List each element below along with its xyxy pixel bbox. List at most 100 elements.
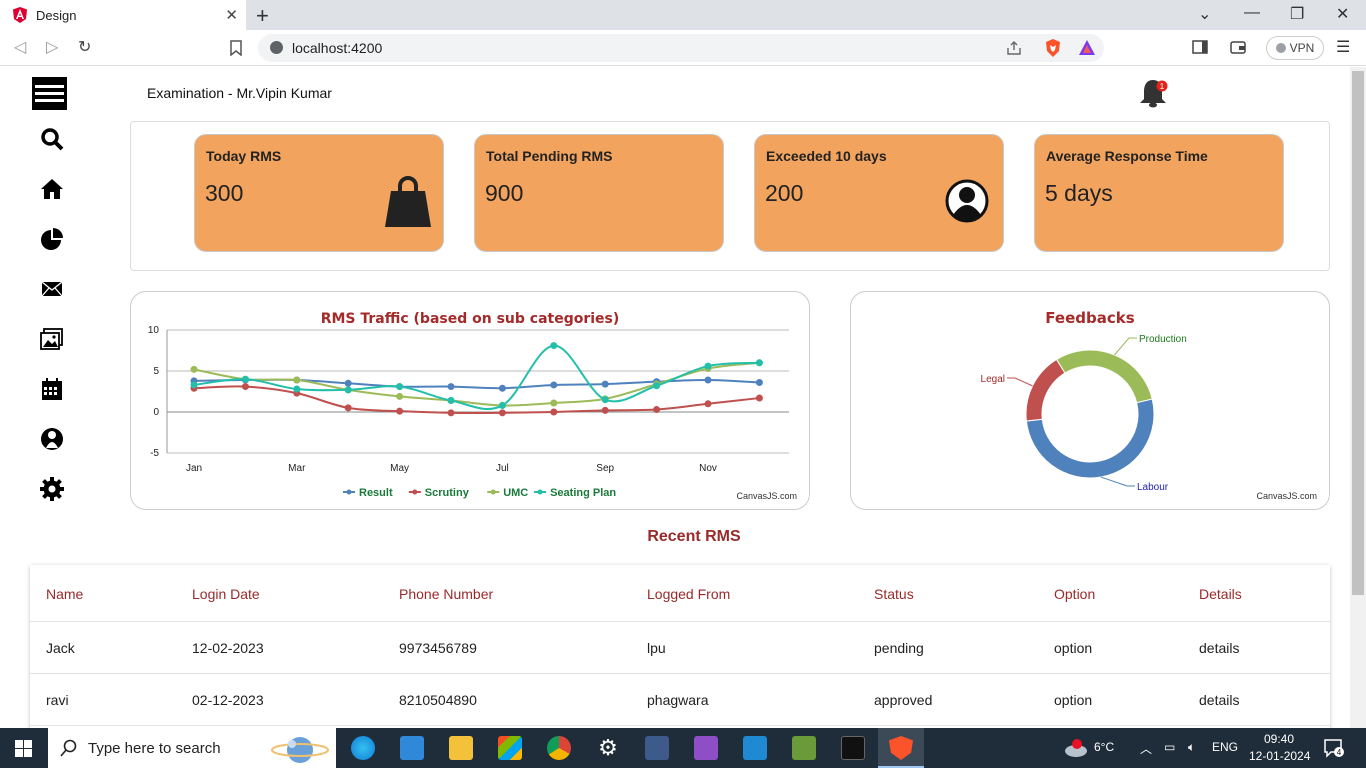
- window-close-icon[interactable]: ✕: [1336, 4, 1349, 24]
- maximize-icon[interactable]: ❐: [1290, 4, 1304, 24]
- column-header[interactable]: Phone Number: [399, 586, 493, 602]
- gear-icon[interactable]: [40, 477, 64, 501]
- data-point: [344, 386, 352, 394]
- notification-center-icon[interactable]: 4: [1323, 738, 1345, 758]
- cell-option[interactable]: option: [1054, 640, 1092, 656]
- column-header[interactable]: Details: [1199, 586, 1242, 602]
- temperature[interactable]: 6°C: [1094, 740, 1114, 754]
- card-label: Today RMS: [206, 148, 282, 164]
- visual-studio-icon[interactable]: [694, 736, 718, 760]
- cell-details[interactable]: details: [1199, 640, 1239, 656]
- reload-icon[interactable]: ↻: [78, 37, 91, 57]
- chrome-icon[interactable]: [547, 736, 571, 760]
- menu-button[interactable]: [32, 77, 67, 110]
- data-point: [653, 406, 661, 414]
- chart-credit[interactable]: CanvasJS.com: [736, 491, 797, 501]
- data-point: [550, 399, 558, 407]
- browser-tab[interactable]: Design ✕: [0, 0, 246, 30]
- brave-shield-icon[interactable]: [1044, 38, 1062, 58]
- minimize-icon[interactable]: —: [1244, 4, 1260, 22]
- cell-details[interactable]: details: [1199, 692, 1239, 708]
- clock-date[interactable]: 12-01-2024: [1249, 749, 1310, 763]
- cell-name: Jack: [46, 640, 75, 656]
- tab-list-icon[interactable]: ⌄: [1198, 4, 1211, 24]
- notification-bell-icon[interactable]: 1: [1138, 77, 1168, 109]
- forward-icon[interactable]: ▷: [46, 37, 58, 57]
- card-average-response-time[interactable]: Average Response Time 5 days: [1034, 134, 1284, 252]
- column-header[interactable]: Name: [46, 586, 83, 602]
- cell-option[interactable]: option: [1054, 692, 1092, 708]
- clock-time[interactable]: 09:40: [1264, 732, 1294, 746]
- brave-icon: [889, 736, 913, 760]
- weather-icon[interactable]: [1062, 738, 1090, 758]
- legend-marker-dot: [412, 489, 418, 495]
- app-icon[interactable]: [645, 736, 669, 760]
- sidebar-toggle-icon[interactable]: [1192, 40, 1208, 54]
- data-point: [344, 404, 352, 412]
- network-icon[interactable]: ▭: [1164, 740, 1175, 754]
- legend-item: Scrutiny: [425, 487, 470, 499]
- y-tick-label: 10: [148, 325, 160, 336]
- slice-connector: [1114, 337, 1137, 356]
- column-header[interactable]: Login Date: [192, 586, 260, 602]
- file-explorer-icon[interactable]: [449, 736, 473, 760]
- vpn-button[interactable]: VPN: [1266, 36, 1324, 60]
- url-field[interactable]: localhost:4200: [258, 34, 1104, 62]
- search-highlight-icon: [271, 737, 329, 763]
- cell-phone: 9973456789: [399, 640, 477, 656]
- terminal-icon[interactable]: [841, 736, 865, 760]
- store-icon[interactable]: [498, 736, 522, 760]
- mail-app-icon[interactable]: [400, 736, 424, 760]
- data-point: [601, 396, 609, 404]
- data-point: [550, 408, 558, 416]
- vscode-icon[interactable]: [743, 736, 767, 760]
- windows-start-icon[interactable]: [15, 740, 32, 757]
- tray-chevron-icon[interactable]: ︿: [1140, 740, 1152, 757]
- gallery-icon[interactable]: [40, 327, 64, 351]
- x-tick-label: Nov: [699, 463, 717, 474]
- scrollbar-thumb[interactable]: [1352, 71, 1364, 595]
- browser-menu-icon[interactable]: ☰: [1336, 37, 1350, 57]
- data-point: [447, 409, 455, 417]
- language-indicator[interactable]: ENG: [1212, 740, 1238, 754]
- bookmark-icon[interactable]: [230, 40, 242, 56]
- card-exceeded-10-days[interactable]: Exceeded 10 days 200: [754, 134, 1004, 252]
- settings-icon[interactable]: ⚙: [596, 736, 620, 760]
- card-total-pending-rms[interactable]: Total Pending RMS 900: [474, 134, 724, 252]
- page-scrollbar[interactable]: [1350, 67, 1366, 728]
- pie-chart-icon[interactable]: [40, 227, 64, 251]
- card-today-rms[interactable]: Today RMS 300: [194, 134, 444, 252]
- back-icon[interactable]: ◁: [14, 37, 26, 57]
- data-point: [498, 401, 506, 409]
- column-header[interactable]: Option: [1054, 586, 1095, 602]
- taskbar-search-box[interactable]: Type here to search: [48, 728, 336, 768]
- calendar-icon[interactable]: [40, 377, 64, 401]
- column-header[interactable]: Logged From: [647, 586, 730, 602]
- home-icon[interactable]: [40, 177, 64, 201]
- close-tab-icon[interactable]: ✕: [225, 6, 238, 24]
- chart-credit[interactable]: CanvasJS.com: [1256, 491, 1317, 501]
- new-tab-icon[interactable]: +: [256, 3, 269, 29]
- site-info-icon[interactable]: [270, 41, 283, 54]
- user-icon[interactable]: [40, 427, 64, 451]
- edge-icon[interactable]: [351, 736, 375, 760]
- cell-name: ravi: [46, 692, 69, 708]
- data-point: [396, 383, 404, 391]
- mail-icon[interactable]: [40, 277, 64, 301]
- x-tick-label: Jul: [496, 463, 509, 474]
- share-icon[interactable]: [1006, 40, 1022, 56]
- search-icon[interactable]: [40, 127, 64, 151]
- column-header[interactable]: Status: [874, 586, 914, 602]
- wallet-icon[interactable]: [1230, 40, 1246, 54]
- brave-taskbar-button[interactable]: [878, 728, 924, 768]
- brave-rewards-icon[interactable]: [1078, 39, 1096, 57]
- tab-title: Design: [36, 7, 77, 23]
- vpn-label: VPN: [1289, 41, 1315, 55]
- slice-legal: [1025, 358, 1066, 422]
- notification-count: 4: [1337, 748, 1342, 757]
- app-icon[interactable]: [792, 736, 816, 760]
- search-placeholder: Type here to search: [88, 740, 221, 757]
- card-value: 5 days: [1045, 180, 1113, 206]
- volume-icon[interactable]: 🔈︎: [1188, 740, 1195, 755]
- row-divider: [30, 673, 1330, 674]
